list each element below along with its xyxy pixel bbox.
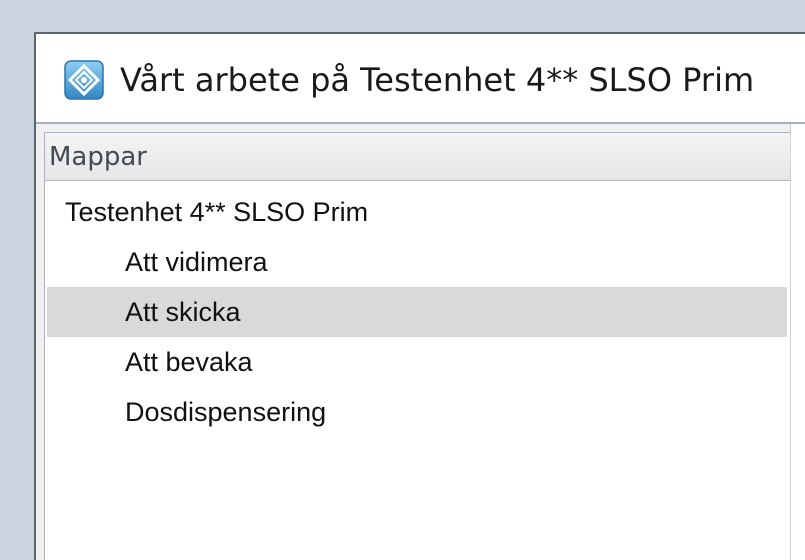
tree-item-label: Att bevaka [125, 347, 253, 377]
window-titlebar[interactable]: Vårt arbete på Testenhet 4** SLSO Prim [36, 34, 805, 124]
folders-pane-header: Mappar [45, 133, 790, 181]
folders-pane-title: Mappar [49, 142, 147, 172]
folder-tree: Testenhet 4** SLSO Prim Att vidimera Att… [45, 181, 790, 560]
folders-pane: Mappar Testenhet 4** SLSO Prim Att vidim… [44, 132, 790, 560]
desktop-background [0, 0, 805, 32]
tree-item-att-vidimera[interactable]: Att vidimera [47, 237, 787, 287]
tree-item-label: Att vidimera [125, 247, 268, 277]
adjacent-pane-edge [790, 124, 805, 560]
tree-item-label: Att skicka [125, 297, 241, 327]
tree-root-label: Testenhet 4** SLSO Prim [65, 197, 369, 227]
window-title: Vårt arbete på Testenhet 4** SLSO Prim [120, 61, 755, 99]
app-window: Vårt arbete på Testenhet 4** SLSO Prim M… [34, 32, 805, 560]
tree-item-label: Dosdispensering [125, 397, 327, 427]
tree-item-dosdispensering[interactable]: Dosdispensering [47, 387, 787, 437]
window-client-area: Mappar Testenhet 4** SLSO Prim Att vidim… [36, 124, 805, 560]
tree-item-att-bevaka[interactable]: Att bevaka [47, 337, 787, 387]
diamond-app-icon [64, 60, 104, 100]
tree-item-att-skicka[interactable]: Att skicka [47, 287, 787, 337]
tree-root-testenhet[interactable]: Testenhet 4** SLSO Prim [47, 187, 787, 237]
